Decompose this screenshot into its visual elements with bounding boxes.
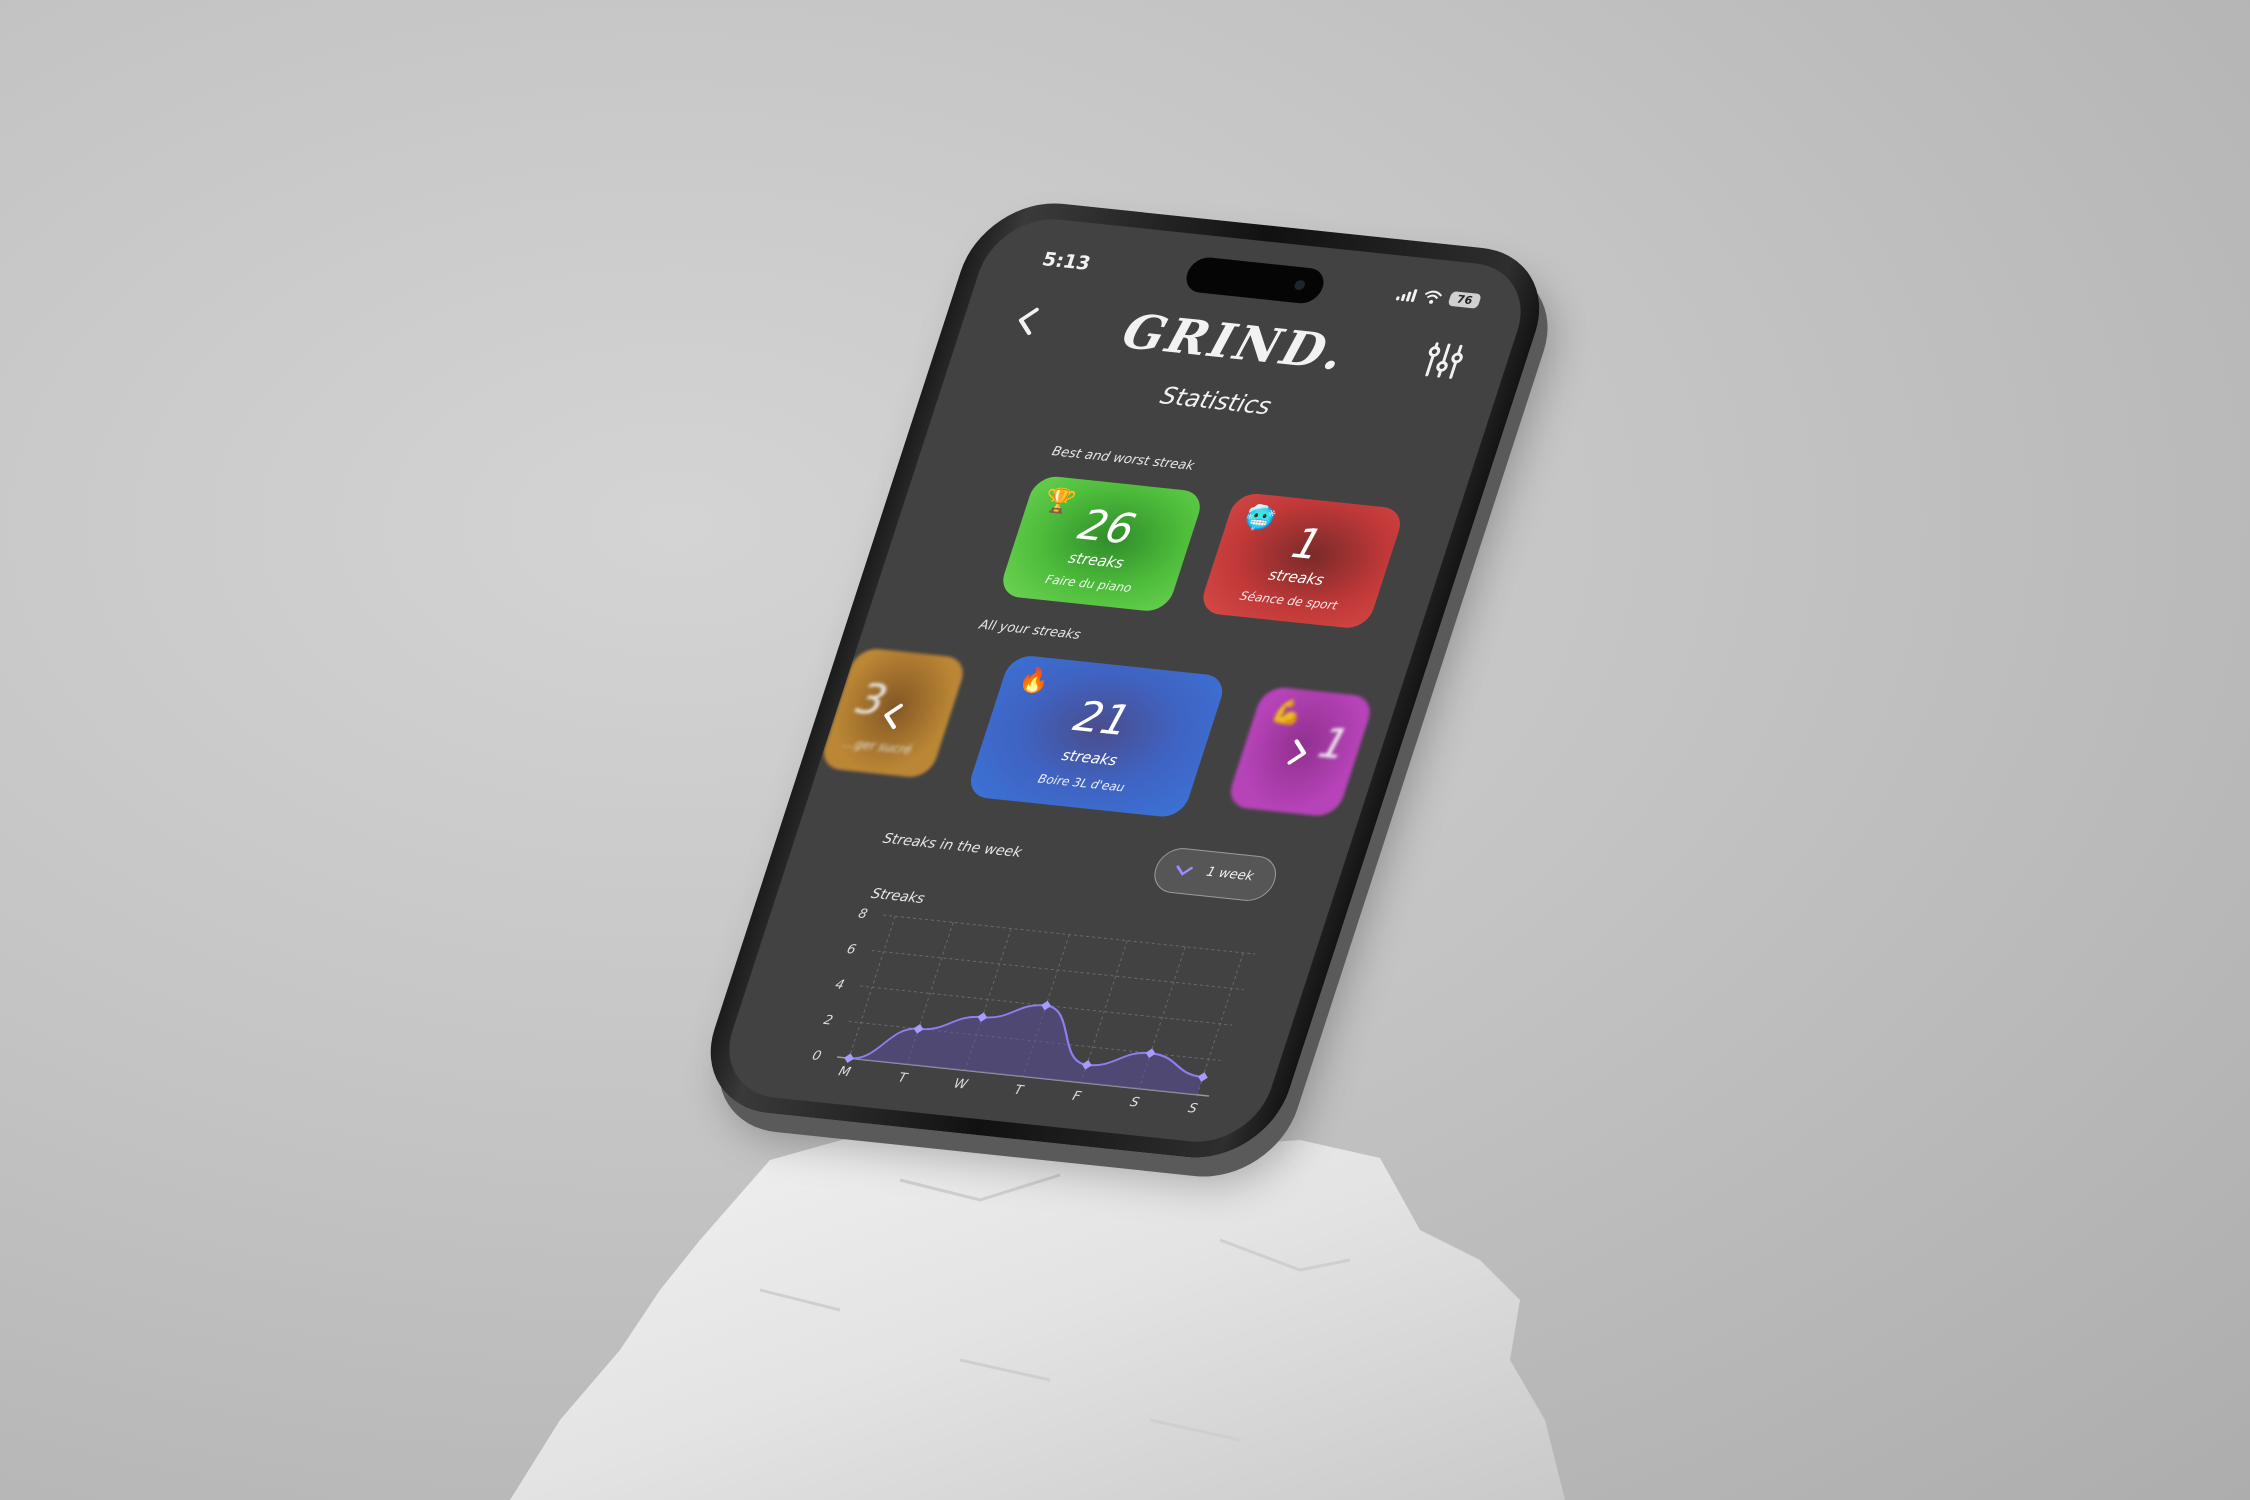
y-tick-label: 0	[810, 1049, 823, 1064]
best-streak-card[interactable]: 🏆 26 streaks Faire du piano	[997, 474, 1206, 613]
best-worst-label: Best and worst streak	[1049, 444, 1197, 474]
period-dropdown[interactable]: 1 week	[1148, 845, 1283, 904]
data-point	[844, 1053, 854, 1064]
chevron-down-icon	[1176, 865, 1193, 876]
week-streak-chart: Streaks 0 2 4 6 8 M T W T F S S	[810, 886, 1256, 1117]
x-tick-label: S	[1186, 1101, 1199, 1116]
x-tick-label: W	[952, 1077, 970, 1093]
y-tick-label: 8	[856, 907, 869, 922]
y-axis-label: Streaks	[869, 886, 927, 907]
dynamic-island	[1181, 255, 1329, 306]
camera-icon	[1293, 279, 1307, 291]
y-axis-ticks: 0 2 4 6 8	[810, 907, 869, 1064]
all-streaks-label: All your streaks	[977, 617, 1083, 643]
status-time: 5:13	[1039, 248, 1094, 275]
x-tick-label: T	[1012, 1083, 1026, 1098]
grid-line-v	[848, 916, 896, 1059]
y-tick-label: 4	[833, 978, 846, 993]
x-tick-label: T	[896, 1071, 910, 1086]
streak-card-current[interactable]: 🔥 21 streaks Boire 3L d'eau	[965, 653, 1229, 819]
x-tick-label: M	[837, 1065, 853, 1081]
week-section-label: Streaks in the week	[880, 830, 1024, 861]
signal-icon	[1395, 286, 1418, 302]
status-icons: 76	[1395, 286, 1482, 309]
battery-icon: 76	[1447, 291, 1482, 309]
flexed-arm-icon: 💪	[1268, 696, 1307, 728]
scene: 5:13 76 GRIND. Statistics Best and worst…	[0, 0, 2250, 1500]
period-dropdown-value: 1 week	[1204, 864, 1256, 885]
x-tick-label: S	[1128, 1095, 1141, 1110]
wifi-icon	[1425, 290, 1443, 304]
x-tick-label: F	[1070, 1089, 1083, 1104]
streak-card-previous-name: …ger sucré	[841, 736, 914, 757]
y-tick-label: 6	[845, 942, 858, 957]
y-tick-label: 2	[822, 1013, 835, 1028]
worst-streak-card[interactable]: 🥶 1 streaks Séance de sport	[1197, 491, 1406, 630]
